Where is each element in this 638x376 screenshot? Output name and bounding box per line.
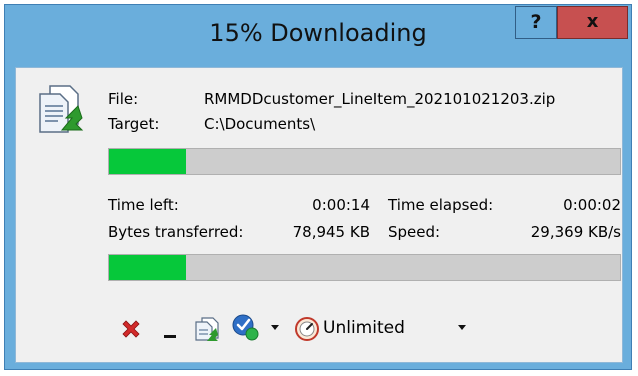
speed-value: 29,369 KB/s (530, 223, 621, 241)
file-label: File: (108, 90, 139, 108)
target-label: Target: (108, 115, 160, 133)
time-elapsed-label: Time elapsed: (388, 196, 494, 214)
speed-limit-select[interactable]: Unlimited (323, 318, 405, 338)
speed-limit-dropdown-icon[interactable] (457, 324, 467, 332)
file-progress-bar (108, 148, 621, 175)
total-progress-fill (109, 255, 186, 280)
target-path: C:\Documents\ (204, 115, 316, 133)
speed-gauge-icon[interactable] (294, 316, 320, 342)
check-options-icon[interactable] (231, 314, 261, 342)
file-progress-fill (109, 149, 186, 174)
chevron-down-icon[interactable] (270, 324, 280, 332)
speed-label: Speed: (388, 223, 441, 241)
bytes-transferred-label: Bytes transferred: (108, 223, 244, 241)
bytes-transferred-value: 78,945 KB (292, 223, 370, 241)
dialog-content: File: RMMDDcustomer_LineItem_20210102120… (15, 67, 623, 363)
time-left-value: 0:00:14 (312, 196, 370, 214)
download-dialog: 15% Downloading ? x File: RMMDDcustomer_… (4, 4, 632, 370)
close-button[interactable]: x (557, 6, 628, 39)
copy-files-icon[interactable] (194, 316, 220, 342)
cancel-icon[interactable] (120, 318, 142, 340)
file-name: RMMDDcustomer_LineItem_202101021203.zip (204, 90, 556, 108)
time-elapsed-value: 0:00:02 (563, 196, 621, 214)
total-progress-bar (108, 254, 621, 281)
minimize-icon[interactable] (162, 320, 178, 340)
title-bar[interactable]: 15% Downloading ? x (5, 5, 631, 67)
help-button[interactable]: ? (515, 6, 557, 39)
time-left-label: Time left: (108, 196, 179, 214)
file-transfer-icon (39, 85, 84, 133)
